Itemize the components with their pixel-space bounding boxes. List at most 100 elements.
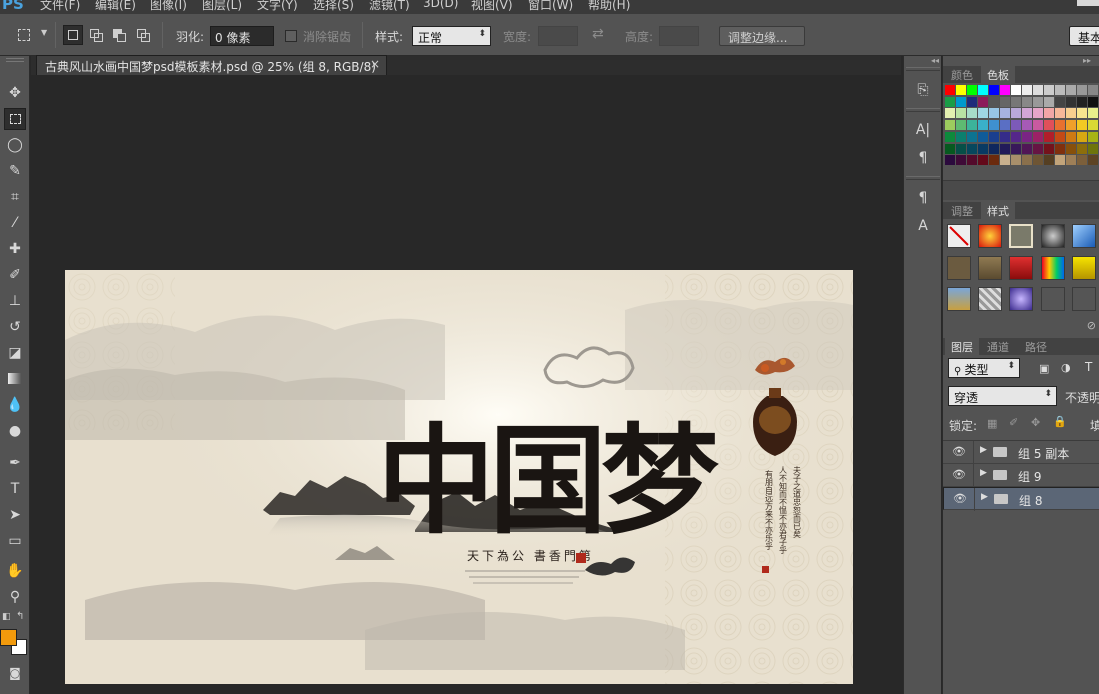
- color-swatch[interactable]: [967, 96, 977, 107]
- color-swatch[interactable]: [978, 143, 988, 154]
- color-swatch[interactable]: [945, 155, 955, 166]
- color-swatch[interactable]: [967, 155, 977, 166]
- adjustment-filter-icon[interactable]: ◑: [1061, 361, 1071, 374]
- color-swatch[interactable]: [1033, 120, 1043, 131]
- style-select[interactable]: 正常 ⬍: [412, 26, 491, 46]
- color-swatch[interactable]: [1011, 155, 1021, 166]
- blur-tool-icon[interactable]: 💧: [4, 394, 26, 416]
- window-control[interactable]: [1077, 0, 1099, 6]
- eyedropper-tool-icon[interactable]: ⁄: [4, 212, 26, 234]
- menu-window[interactable]: 窗口(W): [528, 0, 573, 13]
- character-panel-icon[interactable]: A|: [912, 120, 934, 140]
- color-swatch[interactable]: [1000, 120, 1010, 131]
- color-swatch[interactable]: [1088, 131, 1098, 142]
- dodge-tool-icon[interactable]: ●: [4, 420, 26, 442]
- color-swatch[interactable]: [1022, 85, 1032, 95]
- color-swatch[interactable]: [1044, 131, 1054, 142]
- lasso-tool-icon[interactable]: ◯: [4, 134, 26, 156]
- color-swatch[interactable]: [1000, 96, 1010, 107]
- color-swatch[interactable]: [945, 108, 955, 119]
- color-swatch[interactable]: [978, 131, 988, 142]
- color-swatch[interactable]: [1011, 143, 1021, 154]
- dock-grip[interactable]: [906, 176, 940, 180]
- color-swatch[interactable]: [1000, 143, 1010, 154]
- color-swatch[interactable]: [978, 120, 988, 131]
- add-to-selection-button[interactable]: [86, 25, 106, 45]
- color-swatch[interactable]: [956, 85, 966, 95]
- color-swatch[interactable]: [1044, 85, 1054, 95]
- color-swatch[interactable]: [967, 120, 977, 131]
- height-input[interactable]: [659, 26, 699, 46]
- character-styles-icon[interactable]: A: [912, 216, 934, 236]
- width-input[interactable]: [538, 26, 578, 46]
- color-swatch[interactable]: [1055, 155, 1065, 166]
- style-swatch[interactable]: [947, 287, 971, 311]
- color-swatch[interactable]: [967, 143, 977, 154]
- document-tab[interactable]: 古典风山水画中国梦psd模板素材.psd @ 25% (组 8, RGB/8) …: [36, 55, 387, 75]
- brush-tool-icon[interactable]: ✐: [4, 264, 26, 286]
- color-swatch[interactable]: [989, 155, 999, 166]
- path-select-tool-icon[interactable]: ➤: [4, 504, 26, 526]
- color-swatch[interactable]: [1033, 143, 1043, 154]
- layer-name[interactable]: 组 8: [1019, 492, 1042, 509]
- color-swatch[interactable]: [1011, 85, 1021, 95]
- color-swatch[interactable]: [1077, 155, 1087, 166]
- color-swatch[interactable]: [1088, 155, 1098, 166]
- color-swatch[interactable]: [1066, 143, 1076, 154]
- refine-edge-button[interactable]: 调整边缘...: [719, 26, 805, 46]
- style-swatch[interactable]: [978, 256, 1002, 280]
- swap-icon[interactable]: ⇄: [592, 26, 604, 42]
- close-icon[interactable]: ×: [370, 57, 380, 71]
- healing-brush-tool-icon[interactable]: ✚: [4, 238, 26, 260]
- lock-all-icon[interactable]: 🔒: [1053, 415, 1067, 428]
- color-swatch[interactable]: [1077, 131, 1087, 142]
- style-swatch[interactable]: [1072, 256, 1096, 280]
- color-swatch[interactable]: [978, 85, 988, 95]
- color-swatch[interactable]: [1055, 143, 1065, 154]
- style-swatch[interactable]: [1041, 287, 1065, 311]
- expand-triangle-icon[interactable]: ▶: [980, 468, 987, 478]
- color-swatch[interactable]: [956, 155, 966, 166]
- dock-grip[interactable]: [906, 108, 940, 112]
- color-swatch[interactable]: [1077, 96, 1087, 107]
- color-swatch[interactable]: [1022, 120, 1032, 131]
- marquee-preset-picker[interactable]: [14, 25, 34, 45]
- style-swatch[interactable]: [978, 287, 1002, 311]
- color-swatch[interactable]: [1088, 85, 1098, 95]
- color-swatch[interactable]: [1077, 108, 1087, 119]
- feather-input[interactable]: 0 像素: [210, 26, 274, 46]
- color-swatch[interactable]: [1088, 143, 1098, 154]
- style-swatch[interactable]: [1041, 256, 1065, 280]
- color-swatch[interactable]: [945, 120, 955, 131]
- color-swatch[interactable]: [956, 120, 966, 131]
- color-swatch[interactable]: [989, 96, 999, 107]
- expand-triangle-icon[interactable]: ▶: [981, 492, 988, 502]
- eye-icon[interactable]: 👁: [952, 445, 966, 458]
- image-filter-icon[interactable]: ▣: [1039, 362, 1049, 375]
- color-swatch[interactable]: [978, 96, 988, 107]
- color-swatch[interactable]: [978, 155, 988, 166]
- style-none[interactable]: [947, 224, 971, 248]
- style-swatch[interactable]: [1072, 287, 1096, 311]
- menu-3d[interactable]: 3D(D): [423, 0, 458, 10]
- style-swatch[interactable]: [1072, 224, 1096, 248]
- menu-select[interactable]: 选择(S): [313, 0, 354, 13]
- color-swatch[interactable]: [1088, 120, 1098, 131]
- rect-marquee-tool-icon[interactable]: [4, 108, 26, 130]
- color-swatch[interactable]: [1011, 96, 1021, 107]
- color-swatch[interactable]: [1022, 131, 1032, 142]
- color-swatch[interactable]: [1077, 85, 1087, 95]
- history-panel-icon[interactable]: ⎘: [912, 80, 934, 100]
- paragraph-panel-icon[interactable]: ¶: [912, 148, 934, 168]
- toolbar-grip[interactable]: [6, 58, 24, 62]
- color-swatch[interactable]: [945, 131, 955, 142]
- color-swatch[interactable]: [1011, 108, 1021, 119]
- menu-image[interactable]: 图像(I): [150, 0, 187, 13]
- menu-view[interactable]: 视图(V): [471, 0, 513, 13]
- color-swatch[interactable]: [1000, 108, 1010, 119]
- rectangle-tool-icon[interactable]: ▭: [4, 530, 26, 552]
- color-swatch[interactable]: [1033, 155, 1043, 166]
- color-swatch[interactable]: [1022, 155, 1032, 166]
- color-swatch[interactable]: [967, 131, 977, 142]
- collapse-arrows-icon[interactable]: ◂◂: [931, 56, 939, 65]
